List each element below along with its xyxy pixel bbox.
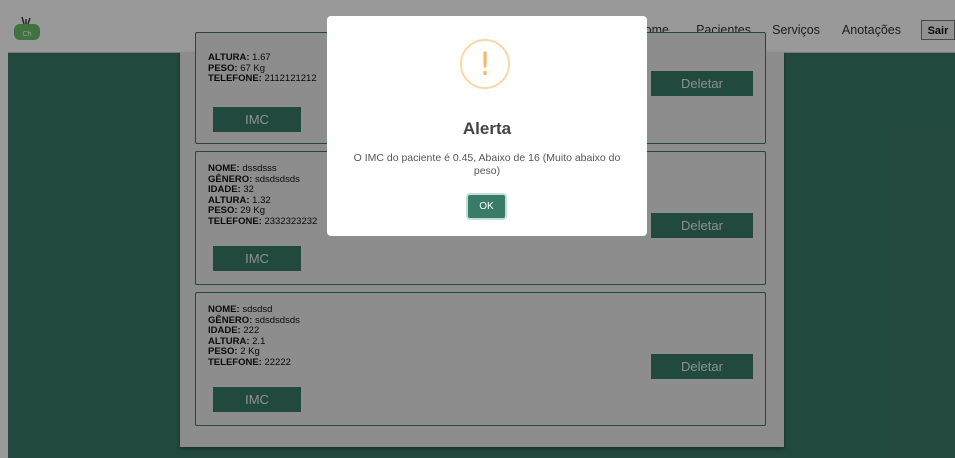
alert-dialog: ! Alerta O IMC do paciente é 0.45, Abaix… [327, 16, 647, 236]
dialog-message: O IMC do paciente é 0.45, Abaixo de 16 (… [353, 152, 621, 177]
warning-icon: ! [460, 39, 510, 89]
ok-button[interactable]: OK [468, 195, 505, 218]
dialog-title: Alerta [462, 119, 512, 138]
